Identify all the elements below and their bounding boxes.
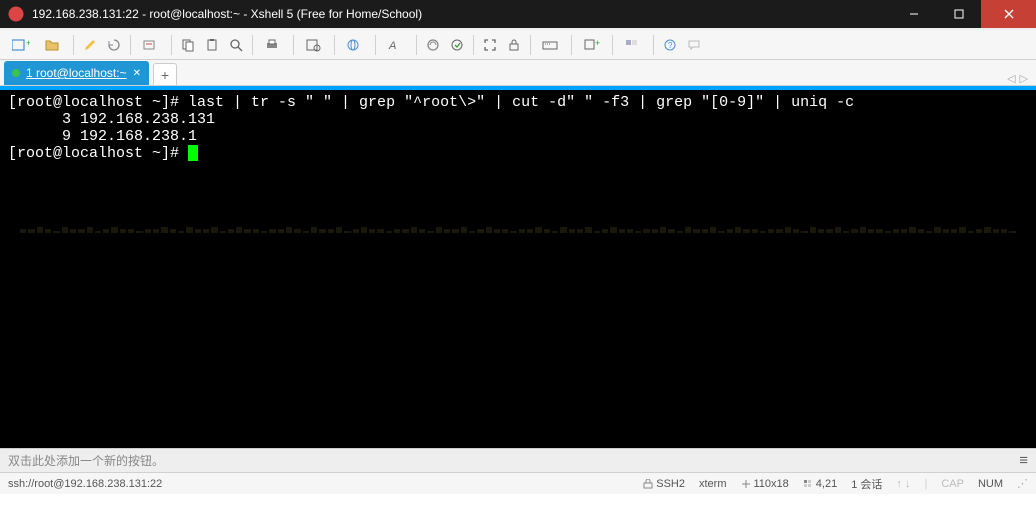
tile-icon[interactable] — [618, 34, 648, 56]
quickbar[interactable]: 双击此处添加一个新的按钮。 ≡ — [0, 448, 1036, 472]
copy-icon[interactable] — [177, 34, 199, 56]
cursor — [188, 145, 198, 161]
session-tab[interactable]: 1 root@localhost:~ ✕ — [4, 61, 149, 85]
menu-icon[interactable]: ≡ — [1019, 452, 1028, 469]
connection-url: ssh://root@192.168.238.131:22 — [8, 478, 162, 490]
connected-dot-icon — [12, 69, 20, 77]
quickbar-hint: 双击此处添加一个新的按钮。 — [8, 452, 164, 469]
add-tab-button[interactable]: + — [153, 63, 177, 85]
highlight-icon[interactable] — [79, 34, 101, 56]
maximize-button[interactable] — [936, 0, 981, 28]
script-icon[interactable] — [446, 34, 468, 56]
svg-text:+: + — [26, 38, 30, 48]
toolbar: + A + ? — [0, 30, 1036, 60]
app-icon — [6, 4, 26, 24]
fullscreen-icon[interactable] — [479, 34, 501, 56]
tab-next-icon[interactable]: ▷ — [1020, 72, 1028, 85]
open-icon[interactable] — [38, 34, 68, 56]
tab-label: 1 root@localhost:~ — [26, 66, 127, 80]
svg-text:+: + — [595, 38, 600, 48]
reconnect-icon[interactable] — [103, 34, 125, 56]
cap-indicator: CAP — [941, 478, 964, 490]
properties-icon[interactable] — [299, 34, 329, 56]
svg-text:?: ? — [668, 41, 673, 50]
keyboard-icon[interactable] — [536, 34, 566, 56]
output-line: 3 192.168.238.131 — [8, 111, 215, 128]
disconnect-icon[interactable] — [136, 34, 166, 56]
search-icon[interactable] — [225, 34, 247, 56]
output-line: 9 192.168.238.1 — [8, 128, 197, 145]
svg-text:A: A — [388, 40, 396, 52]
paste-icon[interactable] — [201, 34, 223, 56]
ssh-status: SSH2 — [643, 478, 685, 490]
resize-grip-icon[interactable]: ⋰ — [1017, 477, 1028, 490]
window-title: 192.168.238.131:22 - root@localhost:~ - … — [32, 7, 891, 21]
term-type: xterm — [699, 478, 727, 490]
nav-arrows[interactable]: ↑ ↓ — [896, 478, 910, 490]
background-spectrum — [0, 225, 1036, 233]
prompt: [root@localhost ~]# — [8, 145, 188, 162]
cursor-pos: 4,21 — [803, 478, 837, 490]
help-icon[interactable]: ? — [659, 34, 681, 56]
session-count: 1 会话 — [851, 476, 882, 492]
comment-icon[interactable] — [683, 34, 705, 56]
new-window-icon[interactable]: + — [577, 34, 607, 56]
term-size: 110x18 — [741, 478, 789, 490]
close-button[interactable] — [981, 0, 1036, 28]
new-session-icon[interactable]: + — [6, 34, 36, 56]
print-icon[interactable] — [258, 34, 288, 56]
font-icon[interactable]: A — [381, 34, 411, 56]
tab-close-icon[interactable]: ✕ — [133, 68, 141, 79]
clear-icon[interactable] — [422, 34, 444, 56]
prompt: [root@localhost ~]# — [8, 94, 188, 111]
globe-icon[interactable] — [340, 34, 370, 56]
minimize-button[interactable] — [891, 0, 936, 28]
tab-prev-icon[interactable]: ◁ — [1007, 72, 1015, 85]
titlebar: 192.168.238.131:22 - root@localhost:~ - … — [0, 0, 1036, 28]
tabbar: 1 root@localhost:~ ✕ + ◁ ▷ — [0, 60, 1036, 86]
terminal[interactable]: [root@localhost ~]# last | tr -s " " | g… — [0, 90, 1036, 448]
lock-icon[interactable] — [503, 34, 525, 56]
num-indicator: NUM — [978, 478, 1003, 490]
statusbar: ssh://root@192.168.238.131:22 SSH2 xterm… — [0, 472, 1036, 494]
command-text: last | tr -s " " | grep "^root\>" | cut … — [188, 94, 854, 111]
